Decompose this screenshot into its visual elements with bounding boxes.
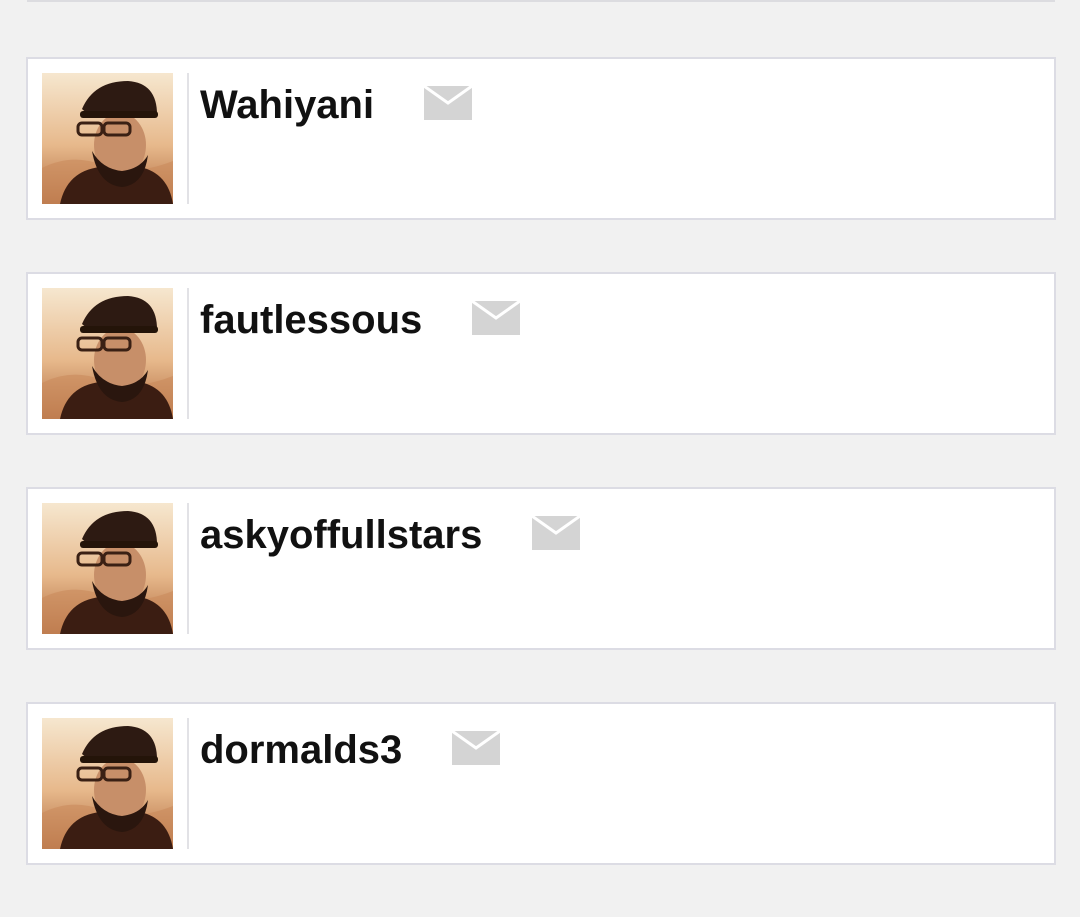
username-link[interactable]: askyoffullstars — [200, 511, 482, 559]
avatar-photo — [42, 288, 173, 419]
username-row: askyoffullstars — [200, 511, 581, 559]
card-divider — [187, 73, 189, 204]
envelope-icon[interactable] — [452, 731, 501, 765]
avatar[interactable] — [42, 288, 173, 419]
avatar[interactable] — [42, 503, 173, 634]
envelope-icon[interactable] — [424, 86, 473, 120]
user-card: askyoffullstars — [26, 487, 1056, 650]
envelope-icon[interactable] — [532, 516, 581, 550]
username-row: dormalds3 — [200, 726, 501, 774]
username-row: Wahiyani — [200, 81, 473, 129]
avatar-photo — [42, 73, 173, 204]
user-card: dormalds3 — [26, 702, 1056, 865]
top-divider — [27, 0, 1055, 2]
username-link[interactable]: Wahiyani — [200, 81, 374, 129]
avatar-photo — [42, 503, 173, 634]
username-row: fautlessous — [200, 296, 521, 344]
card-divider — [187, 718, 189, 849]
avatar-photo — [42, 718, 173, 849]
user-card: Wahiyani — [26, 57, 1056, 220]
envelope-icon[interactable] — [472, 301, 521, 335]
card-divider — [187, 288, 189, 419]
card-divider — [187, 503, 189, 634]
avatar[interactable] — [42, 73, 173, 204]
user-card: fautlessous — [26, 272, 1056, 435]
avatar[interactable] — [42, 718, 173, 849]
user-list: Wahiyani fautlessous askyoffullstars dor… — [26, 57, 1056, 917]
username-link[interactable]: fautlessous — [200, 296, 422, 344]
username-link[interactable]: dormalds3 — [200, 726, 402, 774]
